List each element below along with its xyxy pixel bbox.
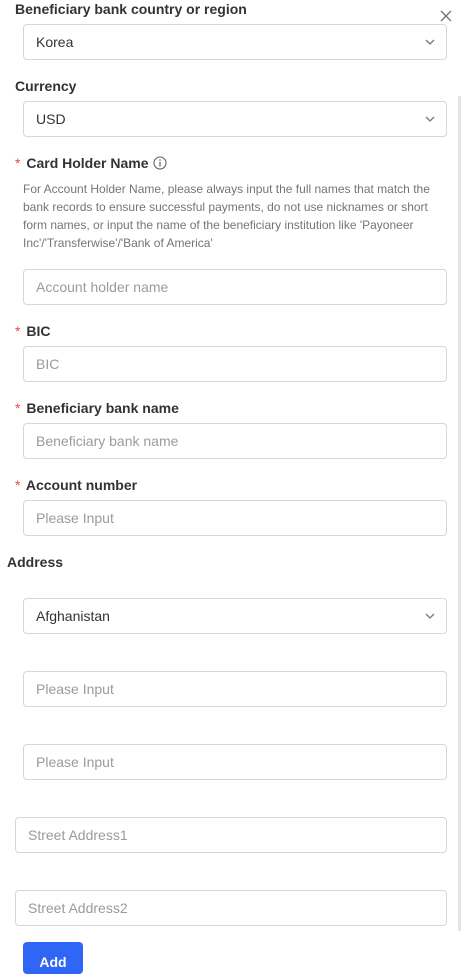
card-holder-help-text: For Account Holder Name, please always i…: [23, 182, 430, 250]
address-input-1[interactable]: [36, 681, 434, 697]
beneficiary-country-label: Beneficiary bank country or region: [15, 1, 247, 17]
bank-name-label: * Beneficiary bank name: [15, 400, 179, 416]
bank-name-input[interactable]: [36, 433, 434, 449]
required-mark: *: [15, 323, 21, 339]
chevron-down-icon: [425, 613, 435, 619]
beneficiary-form: Beneficiary bank country or region Korea…: [0, 0, 462, 974]
address-input-2-field[interactable]: [23, 744, 447, 780]
account-holder-name-field[interactable]: [23, 269, 447, 305]
chevron-down-icon: [425, 39, 435, 45]
card-holder-label-text: Card Holder Name: [26, 155, 149, 171]
street-address-2-input[interactable]: [28, 900, 434, 916]
street-address-1-field[interactable]: [15, 817, 447, 853]
currency-value: USD: [36, 111, 66, 127]
currency-label: Currency: [15, 78, 77, 94]
address-country-value: Afghanistan: [36, 608, 110, 624]
required-mark: *: [15, 155, 21, 171]
chevron-down-icon: [425, 116, 435, 122]
required-mark: *: [15, 477, 21, 493]
account-number-label-text: Account number: [25, 477, 138, 493]
currency-select[interactable]: USD: [23, 101, 447, 137]
address-country-select[interactable]: Afghanistan: [23, 598, 447, 634]
account-number-label: * Account number: [15, 477, 137, 493]
bic-input[interactable]: [36, 356, 434, 372]
address-input-1-field[interactable]: [23, 671, 447, 707]
account-number-input[interactable]: [36, 510, 434, 526]
account-holder-name-input[interactable]: [36, 279, 434, 295]
bic-field[interactable]: [23, 346, 447, 382]
street-address-1-input[interactable]: [28, 827, 434, 843]
street-address-2-field[interactable]: [15, 890, 447, 926]
scrollbar[interactable]: [458, 96, 461, 931]
address-label: Address: [7, 554, 64, 570]
close-icon[interactable]: [438, 8, 454, 24]
bank-name-field[interactable]: [23, 423, 447, 459]
required-mark: *: [15, 400, 21, 416]
card-holder-label: * Card Holder Name: [15, 155, 167, 171]
bic-label: * BIC: [15, 323, 50, 339]
info-icon[interactable]: [153, 156, 167, 170]
account-number-field[interactable]: [23, 500, 447, 536]
beneficiary-country-select[interactable]: Korea: [23, 24, 447, 60]
beneficiary-country-value: Korea: [36, 34, 74, 50]
bank-name-label-text: Beneficiary bank name: [26, 400, 179, 416]
add-button[interactable]: Add: [23, 942, 83, 974]
address-input-2[interactable]: [36, 754, 434, 770]
bic-label-text: BIC: [26, 323, 51, 339]
